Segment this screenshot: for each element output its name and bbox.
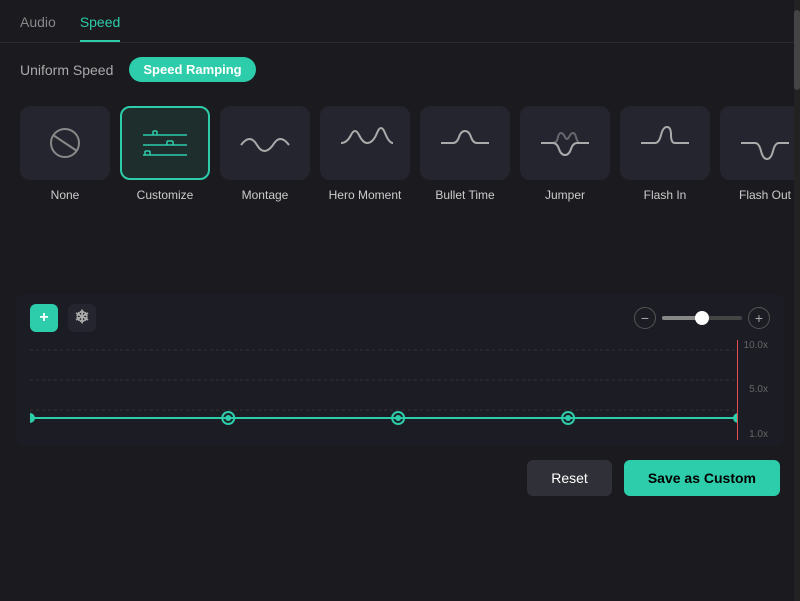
none-icon <box>35 123 95 163</box>
scroll-thumb[interactable] <box>794 10 800 90</box>
preset-hero-moment[interactable]: Hero Moment <box>320 106 410 204</box>
preset-flash-out-label: Flash Out <box>739 188 791 204</box>
preset-flash-out[interactable]: Flash Out <box>720 106 800 204</box>
minus-icon: − <box>641 310 649 326</box>
preset-customize[interactable]: Customize <box>120 106 210 204</box>
preset-montage[interactable]: Montage <box>220 106 310 204</box>
footer-buttons: Reset Save as Custom <box>0 446 800 510</box>
preset-bullet-time-box <box>420 106 510 180</box>
customize-icon <box>135 123 195 163</box>
zoom-controls: − + <box>634 307 770 329</box>
graph-area: 10.0x 5.0x 1.0x <box>30 340 770 440</box>
preset-hero-moment-box <box>320 106 410 180</box>
preset-customize-box <box>120 106 210 180</box>
preset-none-label: None <box>51 188 80 204</box>
flash-out-icon <box>735 123 795 163</box>
preset-customize-label: Customize <box>137 188 194 204</box>
tab-speed[interactable]: Speed <box>80 14 120 42</box>
preset-jumper-box <box>520 106 610 180</box>
app-container: Audio Speed Uniform Speed Speed Ramping … <box>0 0 800 601</box>
reset-button[interactable]: Reset <box>527 460 612 496</box>
preset-montage-box <box>220 106 310 180</box>
header-tabs: Audio Speed <box>0 0 800 43</box>
preset-grid: None Customize <box>0 96 800 224</box>
save-custom-button[interactable]: Save as Custom <box>624 460 780 496</box>
speed-ramping-button[interactable]: Speed Ramping <box>129 57 255 82</box>
plus-icon: + <box>755 310 763 326</box>
preset-hero-moment-label: Hero Moment <box>329 188 402 204</box>
zoom-in-button[interactable]: + <box>748 307 770 329</box>
mode-selector: Uniform Speed Speed Ramping <box>0 43 800 96</box>
tab-audio[interactable]: Audio <box>20 14 56 42</box>
preset-montage-label: Montage <box>242 188 289 204</box>
hero-moment-icon <box>335 123 395 163</box>
bullet-time-icon <box>435 123 495 163</box>
preset-bullet-time[interactable]: Bullet Time <box>420 106 510 204</box>
preset-flash-in[interactable]: Flash In <box>620 106 710 204</box>
empty-space <box>0 224 800 284</box>
preset-none-box <box>20 106 110 180</box>
add-icon: + <box>39 309 48 327</box>
jumper-icon <box>535 123 595 163</box>
preset-jumper-label: Jumper <box>545 188 585 204</box>
zoom-out-button[interactable]: − <box>634 307 656 329</box>
preset-flash-in-label: Flash In <box>644 188 687 204</box>
timeline-toolbar: + ❄ − + <box>30 304 770 332</box>
preset-none[interactable]: None <box>20 106 110 204</box>
graph-grid <box>30 340 738 440</box>
preset-jumper[interactable]: Jumper <box>520 106 610 204</box>
preset-flash-out-box <box>720 106 800 180</box>
graph-label-5x: 5.0x <box>744 384 768 395</box>
flash-in-icon <box>635 123 695 163</box>
graph-label-10x: 10.0x <box>744 340 768 351</box>
zoom-slider-track[interactable] <box>662 316 742 320</box>
uniform-speed-button[interactable]: Uniform Speed <box>20 62 113 78</box>
graph-labels: 10.0x 5.0x 1.0x <box>742 340 770 440</box>
timeline-container: + ❄ − + <box>16 294 784 446</box>
zoom-slider-thumb[interactable] <box>695 311 709 325</box>
freeze-button[interactable]: ❄ <box>68 304 96 332</box>
playhead-line <box>737 340 739 440</box>
freeze-icon: ❄ <box>74 307 89 328</box>
graph-label-1x: 1.0x <box>744 429 768 440</box>
preset-flash-in-box <box>620 106 710 180</box>
montage-icon <box>235 123 295 163</box>
scrollbar[interactable] <box>794 0 800 601</box>
add-keyframe-button[interactable]: + <box>30 304 58 332</box>
preset-bullet-time-label: Bullet Time <box>435 188 494 204</box>
